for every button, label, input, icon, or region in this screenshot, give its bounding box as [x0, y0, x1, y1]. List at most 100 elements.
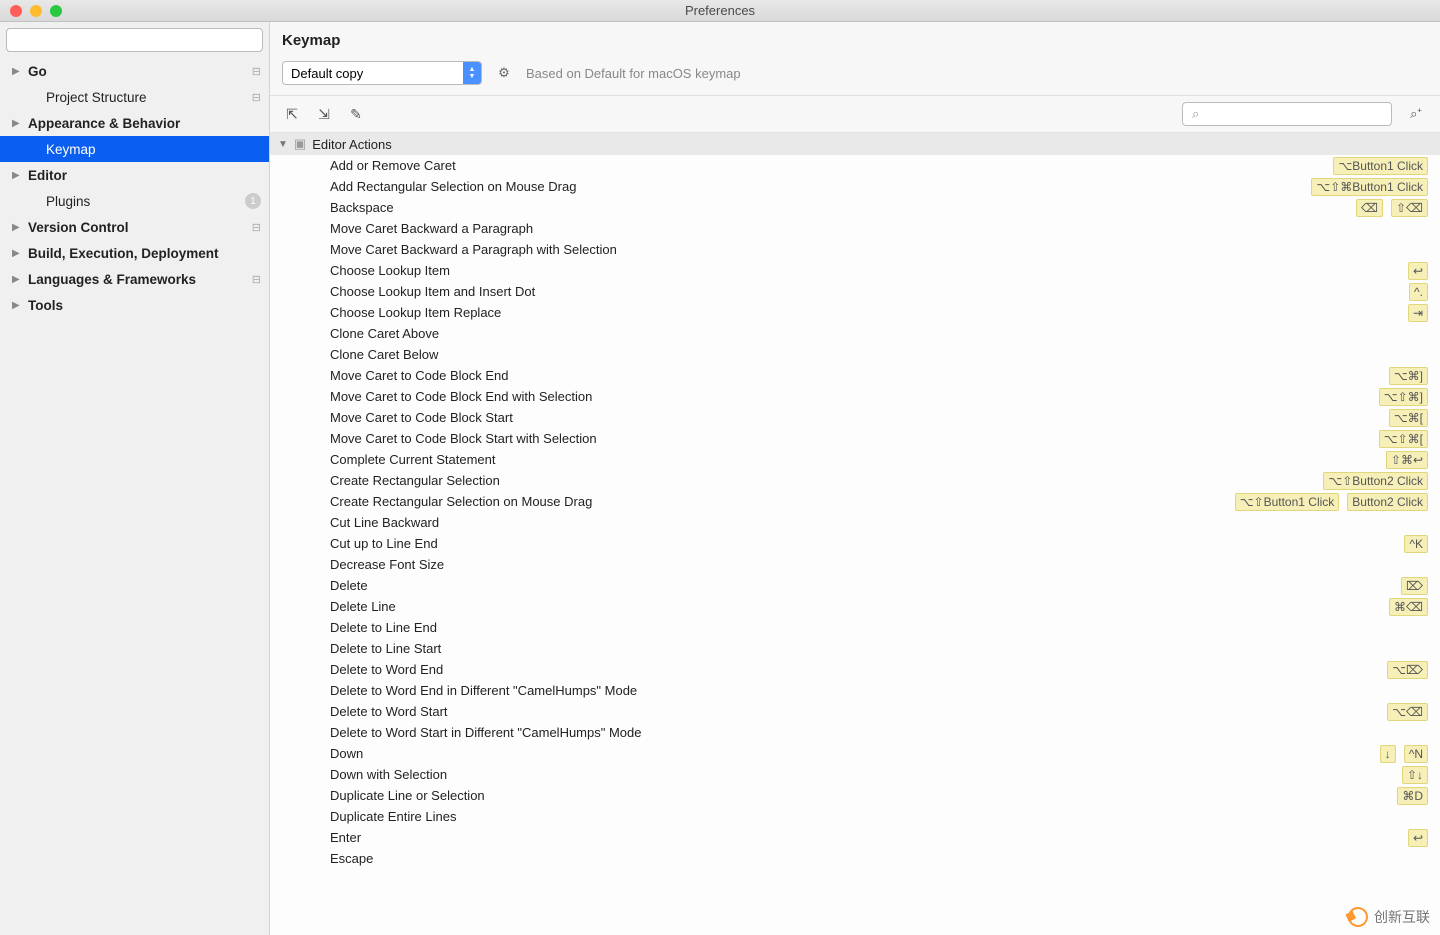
action-row[interactable]: Create Rectangular Selection on Mouse Dr…: [270, 491, 1440, 512]
action-row[interactable]: Move Caret to Code Block Start⌥⌘[: [270, 407, 1440, 428]
window-title: Preferences: [0, 3, 1440, 18]
shortcut-badge: ⌫: [1356, 199, 1383, 217]
action-row[interactable]: Delete Line⌘⌫: [270, 596, 1440, 617]
action-row[interactable]: Move Caret Backward a Paragraph with Sel…: [270, 239, 1440, 260]
sidebar-item[interactable]: ▶Build, Execution, Deployment: [0, 240, 269, 266]
content-panel: Keymap Default copy ▲▼ ⚙ Based on Defaul…: [270, 22, 1440, 935]
collapse-all-button[interactable]: ⇲: [314, 104, 334, 124]
shortcut-list: ⌥⌘]: [1389, 367, 1428, 385]
sidebar-item[interactable]: ▶Appearance & Behavior: [0, 110, 269, 136]
shortcut-badge: ↓: [1380, 745, 1396, 763]
action-row[interactable]: Duplicate Line or Selection⌘D: [270, 785, 1440, 806]
action-row[interactable]: Backspace⌫ ⇧⌫: [270, 197, 1440, 218]
shortcut-list: ⌥⌘[: [1389, 409, 1428, 427]
sidebar-item-label: Plugins: [46, 194, 245, 209]
shortcut-badge: ⌘⌫: [1389, 598, 1428, 616]
shortcut-list: ⌥Button1 Click: [1333, 157, 1428, 175]
folder-icon: ▣: [294, 136, 306, 152]
action-row[interactable]: Delete to Word End⌥⌦: [270, 659, 1440, 680]
chevron-right-icon: ▶: [12, 118, 24, 129]
action-search-input[interactable]: [1182, 102, 1392, 126]
gear-icon: ⚙: [498, 65, 510, 81]
action-row[interactable]: Delete to Word End in Different "CamelHu…: [270, 680, 1440, 701]
action-row[interactable]: Add Rectangular Selection on Mouse Drag⌥…: [270, 176, 1440, 197]
action-row[interactable]: Delete to Word Start⌥⌫: [270, 701, 1440, 722]
minimize-window-button[interactable]: [30, 5, 42, 17]
edit-shortcut-button[interactable]: ✎: [346, 104, 366, 124]
action-name: Delete to Word Start in Different "Camel…: [330, 725, 1428, 740]
close-window-button[interactable]: [10, 5, 22, 17]
shortcut-list: ⌥⇧⌘Button1 Click: [1311, 178, 1428, 196]
keymap-scheme-select[interactable]: Default copy: [282, 61, 482, 85]
action-name: Choose Lookup Item Replace: [330, 305, 1408, 320]
shortcut-badge: ↩: [1408, 262, 1428, 280]
action-row[interactable]: Clone Caret Above: [270, 323, 1440, 344]
action-row[interactable]: Down↓^N: [270, 743, 1440, 764]
action-row[interactable]: Decrease Font Size: [270, 554, 1440, 575]
sidebar-item[interactable]: ▶Languages & Frameworks⊟: [0, 266, 269, 292]
sidebar-item-label: Go: [28, 64, 245, 79]
shortcut-list: ^.: [1409, 283, 1428, 301]
chevron-right-icon: ▶: [12, 274, 24, 285]
action-row[interactable]: Escape: [270, 848, 1440, 869]
action-row[interactable]: Move Caret to Code Block End⌥⌘]: [270, 365, 1440, 386]
modified-badge-icon: ⊟: [245, 273, 261, 286]
find-by-shortcut-button[interactable]: ⌕⁺: [1404, 102, 1428, 126]
shortcut-badge: ⌥⇧⌘Button1 Click: [1311, 178, 1428, 196]
shortcut-badge: ⇥: [1408, 304, 1428, 322]
sidebar-item[interactable]: ▶Editor: [0, 162, 269, 188]
keymap-action-tree[interactable]: ▼ ▣ Editor Actions Add or Remove Caret⌥B…: [270, 132, 1440, 935]
shortcut-badge: ⌥Button1 Click: [1333, 157, 1428, 175]
action-name: Duplicate Entire Lines: [330, 809, 1428, 824]
sidebar-item[interactable]: Keymap: [0, 136, 269, 162]
shortcut-list: ⌥⌫: [1387, 703, 1428, 721]
shortcut-badge: ⌥⇧⌘[: [1379, 430, 1428, 448]
shortcut-badge: ⇧↓: [1402, 766, 1428, 784]
action-row[interactable]: Add or Remove Caret⌥Button1 Click: [270, 155, 1440, 176]
action-row[interactable]: Delete to Word Start in Different "Camel…: [270, 722, 1440, 743]
modified-badge-icon: ⊟: [245, 221, 261, 234]
action-row[interactable]: Move Caret to Code Block End with Select…: [270, 386, 1440, 407]
zoom-window-button[interactable]: [50, 5, 62, 17]
sidebar-item-label: Keymap: [46, 142, 261, 157]
shortcut-list: ⇥: [1408, 304, 1428, 322]
action-name: Backspace: [330, 200, 1356, 215]
shortcut-list: ⌥⇧Button2 Click: [1323, 472, 1428, 490]
action-row[interactable]: Choose Lookup Item Replace⇥: [270, 302, 1440, 323]
sidebar-item[interactable]: ▶Tools: [0, 292, 269, 318]
action-name: Clone Caret Above: [330, 326, 1428, 341]
action-row[interactable]: Delete to Line End: [270, 617, 1440, 638]
shortcut-list: ⌫ ⇧⌫: [1356, 199, 1428, 217]
action-row[interactable]: Delete to Line Start: [270, 638, 1440, 659]
action-group-row[interactable]: ▼ ▣ Editor Actions: [270, 133, 1440, 155]
action-row[interactable]: Duplicate Entire Lines: [270, 806, 1440, 827]
shortcut-list: ⌥⇧Button1 ClickButton2 Click: [1235, 493, 1428, 511]
sidebar-item[interactable]: Project Structure⊟: [0, 84, 269, 110]
settings-search-input[interactable]: [6, 28, 263, 52]
action-row[interactable]: Delete⌦: [270, 575, 1440, 596]
action-row[interactable]: Complete Current Statement⇧⌘↩: [270, 449, 1440, 470]
action-row[interactable]: Create Rectangular Selection⌥⇧Button2 Cl…: [270, 470, 1440, 491]
shortcut-list: ↩: [1408, 829, 1428, 847]
action-row[interactable]: Move Caret Backward a Paragraph: [270, 218, 1440, 239]
action-row[interactable]: Enter↩: [270, 827, 1440, 848]
action-row[interactable]: Choose Lookup Item and Insert Dot^.: [270, 281, 1440, 302]
action-row[interactable]: Cut Line Backward: [270, 512, 1440, 533]
action-row[interactable]: Choose Lookup Item↩: [270, 260, 1440, 281]
action-row[interactable]: Down with Selection⇧↓: [270, 764, 1440, 785]
action-name: Down: [330, 746, 1380, 761]
sidebar-item[interactable]: Plugins1: [0, 188, 269, 214]
shortcut-badge: ⌥⌘]: [1389, 367, 1428, 385]
action-row[interactable]: Cut up to Line End^K: [270, 533, 1440, 554]
action-name: Delete to Line Start: [330, 641, 1428, 656]
shortcut-badge: ⇧⌫: [1391, 199, 1428, 217]
shortcut-list: ⌘⌫: [1389, 598, 1428, 616]
shortcut-badge: ⌘D: [1397, 787, 1428, 805]
keymap-settings-button[interactable]: ⚙: [494, 63, 514, 83]
expand-all-button[interactable]: ⇱: [282, 104, 302, 124]
action-row[interactable]: Move Caret to Code Block Start with Sele…: [270, 428, 1440, 449]
action-row[interactable]: Clone Caret Below: [270, 344, 1440, 365]
sidebar-item[interactable]: ▶Version Control⊟: [0, 214, 269, 240]
action-name: Move Caret to Code Block End with Select…: [330, 389, 1379, 404]
sidebar-item[interactable]: ▶Go⊟: [0, 58, 269, 84]
